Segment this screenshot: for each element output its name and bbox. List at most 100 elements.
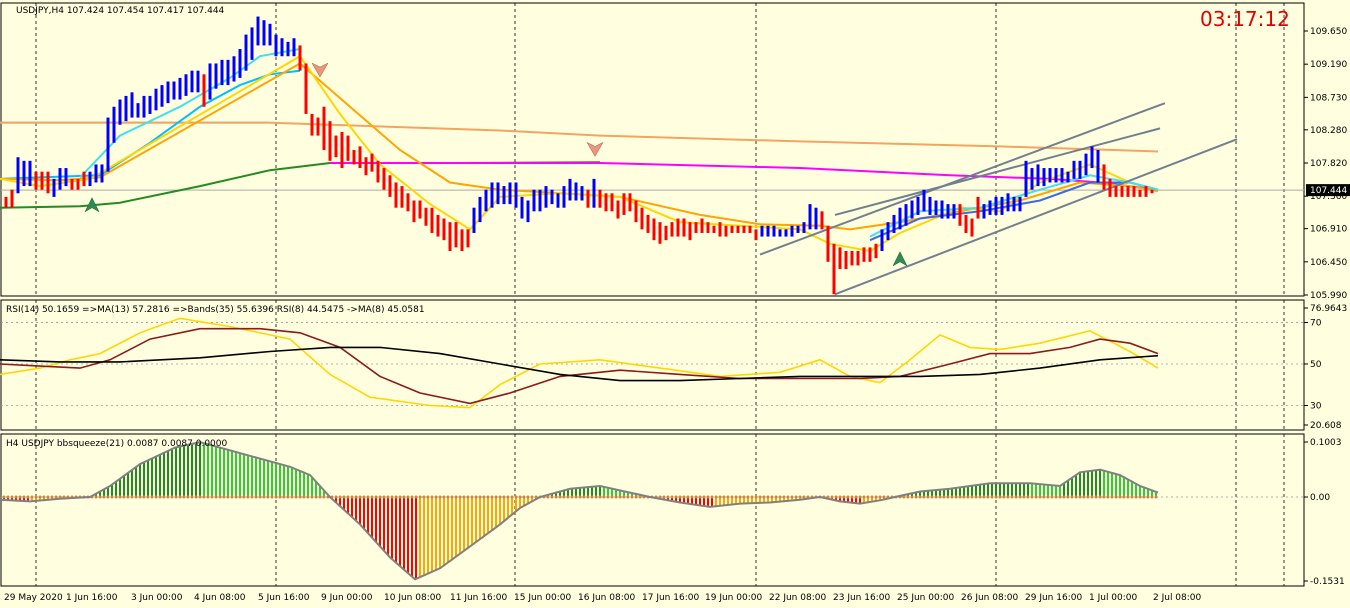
squeeze-dot [766, 495, 770, 499]
y-tick-label: 109.650 [1310, 27, 1347, 37]
squeeze-dot [122, 495, 126, 499]
squeeze-dot [306, 495, 310, 499]
squeeze-dot [166, 495, 170, 499]
squeeze-dot [738, 495, 742, 499]
squeeze-dot [394, 495, 398, 499]
squeeze-dot [914, 495, 918, 499]
x-tick-label: 10 Jun 08:00 [384, 593, 441, 603]
squeeze-dot [794, 495, 798, 499]
squeeze-dot [378, 495, 382, 499]
squeeze-dot [1026, 495, 1030, 499]
y-tick-label: 106.450 [1310, 258, 1347, 268]
squeeze-dot [882, 495, 886, 499]
squeeze-dot [774, 495, 778, 499]
usdjpy-chart: 109.650109.190108.730108.280107.820107.3… [0, 2, 1350, 603]
squeeze-dot [854, 495, 858, 499]
squeeze-dot [934, 495, 938, 499]
squeeze-dot [618, 495, 622, 499]
squeeze-dot [366, 495, 370, 499]
squeeze-dot [870, 495, 874, 499]
squeeze-dot [1150, 495, 1154, 499]
squeeze-dot [94, 495, 98, 499]
panel-frame [0, 299, 1305, 431]
y-tick-label: 70 [1310, 318, 1322, 328]
squeeze-dot [906, 495, 910, 499]
squeeze-dot [346, 495, 350, 499]
squeeze-dot [218, 495, 222, 499]
squeeze-dot [1038, 495, 1042, 499]
squeeze-dot [858, 495, 862, 499]
squeeze-dot [414, 495, 418, 499]
current-price-label: 107.444 [1310, 186, 1347, 196]
squeeze-dot [282, 495, 286, 499]
bbsqueeze-legend: H4 USDJPY bbsqueeze(21) 0.0087 0.0087 0.… [6, 439, 227, 449]
squeeze-dot [46, 495, 50, 499]
squeeze-dot [18, 495, 22, 499]
x-tick-label: 25 Jun 00:00 [897, 593, 954, 603]
squeeze-dot [518, 495, 522, 499]
price-legend: USDJPY,H4 107.424 107.454 107.417 107.44… [16, 6, 225, 16]
squeeze-dot [710, 495, 714, 499]
squeeze-dot [474, 495, 478, 499]
squeeze-dot [2, 495, 6, 499]
squeeze-dot [682, 495, 686, 499]
squeeze-dot [162, 495, 166, 499]
x-tick-label: 4 Jun 08:00 [194, 593, 246, 603]
squeeze-dot [10, 495, 14, 499]
x-tick-label: 2 Jul 08:00 [1153, 593, 1202, 603]
squeeze-dot [506, 495, 510, 499]
squeeze-dot [1114, 495, 1118, 499]
x-tick-label: 22 Jun 08:00 [769, 593, 826, 603]
squeeze-dot [582, 495, 586, 499]
squeeze-dot [182, 495, 186, 499]
squeeze-dot [442, 495, 446, 499]
squeeze-dot [422, 495, 426, 499]
sell-arrow-icon [586, 141, 604, 157]
squeeze-dot [1066, 495, 1070, 499]
squeeze-dot [390, 495, 394, 499]
x-tick-label: 15 Jun 00:00 [514, 593, 571, 603]
squeeze-dot [550, 495, 554, 499]
squeeze-dot [1058, 495, 1062, 499]
squeeze-dot [1082, 495, 1086, 499]
price-panel [0, 16, 1304, 296]
squeeze-dot [1022, 495, 1026, 499]
squeeze-dot [706, 495, 710, 499]
squeeze-dot [230, 495, 234, 499]
squeeze-dot [278, 495, 282, 499]
squeeze-dot [722, 495, 726, 499]
y-tick-label: 30 [1310, 402, 1322, 412]
squeeze-dot [922, 495, 926, 499]
squeeze-dot [102, 495, 106, 499]
squeeze-dot [846, 495, 850, 499]
ma-line [0, 121, 1159, 153]
squeeze-dot [142, 495, 146, 499]
buy-arrow-icon [892, 251, 908, 267]
squeeze-dot [482, 495, 486, 499]
squeeze-dot [290, 495, 294, 499]
squeeze-dot [590, 495, 594, 499]
squeeze-dot [994, 495, 998, 499]
squeeze-dot [502, 495, 506, 499]
y-tick-label: 107.820 [1310, 159, 1347, 169]
y-tick-label: 20.608 [1310, 421, 1342, 431]
squeeze-dot [1046, 495, 1050, 499]
squeeze-dot [222, 495, 226, 499]
squeeze-dot [598, 495, 602, 499]
squeeze-dot [850, 495, 854, 499]
squeeze-dot [1110, 495, 1114, 499]
squeeze-dot [982, 495, 986, 499]
squeeze-dot [570, 495, 574, 499]
squeeze-dot [946, 495, 950, 499]
rsi-line [0, 317, 1159, 409]
squeeze-dot [310, 495, 314, 499]
x-tick-label: 23 Jun 16:00 [833, 593, 890, 603]
squeeze-dot [830, 495, 834, 499]
squeeze-dot [874, 495, 878, 499]
squeeze-dot [790, 495, 794, 499]
squeeze-dot [954, 495, 958, 499]
squeeze-dot [206, 495, 210, 499]
squeeze-dot [158, 495, 162, 499]
squeeze-dot [126, 495, 130, 499]
squeeze-dot [38, 495, 42, 499]
